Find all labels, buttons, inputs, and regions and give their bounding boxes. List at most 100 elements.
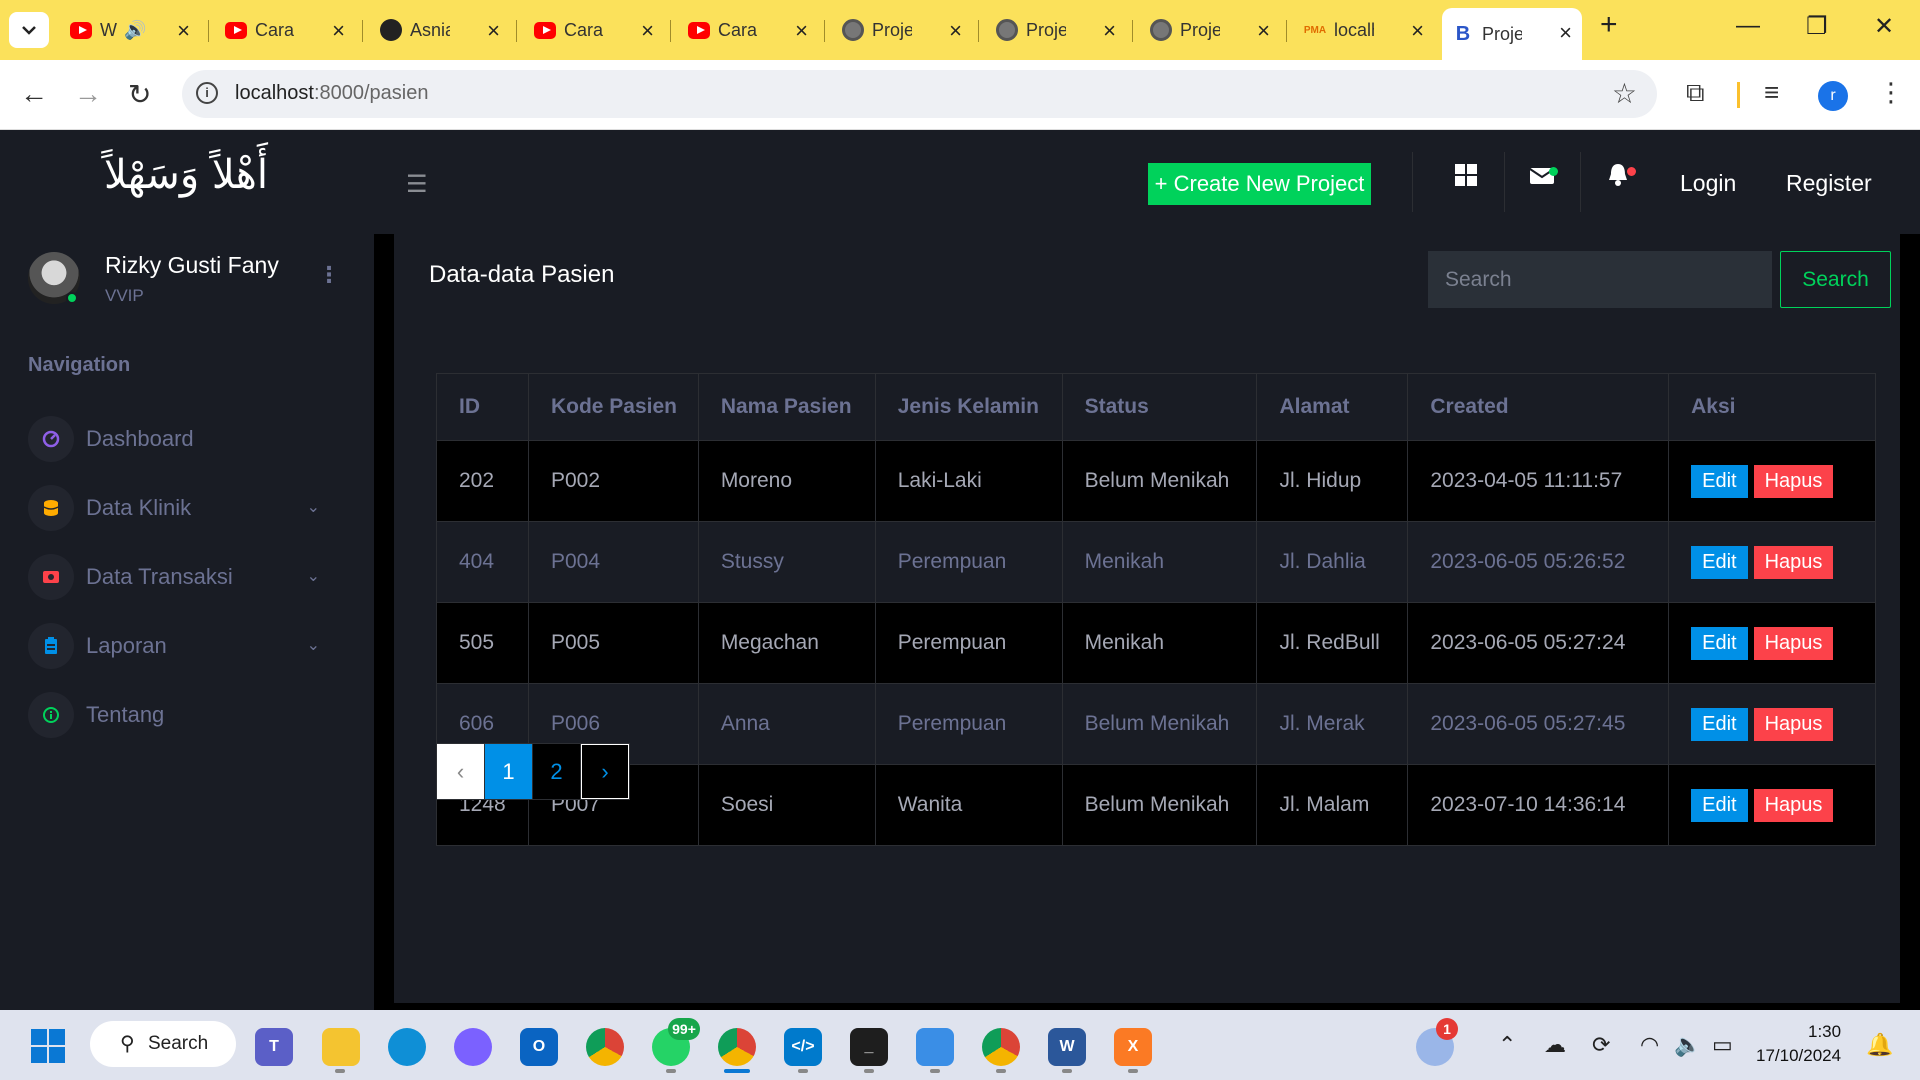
pagination-prev[interactable]: ‹	[437, 744, 485, 799]
column-header: Status	[1061, 373, 1258, 441]
chrome-icon[interactable]	[586, 1028, 624, 1066]
browser-tab-active[interactable]: B Projec ×	[1442, 8, 1582, 60]
sidebar-item-data-klinik[interactable]: Data Klinik ⌄	[28, 483, 328, 533]
close-tab-icon[interactable]: ×	[332, 18, 345, 44]
chrome-alt-icon[interactable]	[982, 1028, 1020, 1066]
extensions-icon[interactable]: ⧉	[1686, 77, 1705, 109]
onedrive-icon[interactable]: ☁	[1544, 1032, 1566, 1058]
xampp-icon[interactable]: X	[1114, 1028, 1152, 1066]
outlook-icon[interactable]: O	[520, 1028, 558, 1066]
browser-tab[interactable]: Projec ×	[986, 12, 1126, 48]
windows-start-icon[interactable]	[31, 1029, 65, 1063]
sidebar-item-laporan[interactable]: Laporan ⌄	[28, 621, 328, 671]
site-info-icon[interactable]: i	[196, 82, 218, 104]
teams-icon[interactable]: T	[255, 1028, 293, 1066]
sidebar-item-tentang[interactable]: Tentang	[28, 690, 328, 740]
login-link[interactable]: Login	[1680, 170, 1736, 197]
sidebar-item-data-transaksi[interactable]: Data Transaksi ⌄	[28, 552, 328, 602]
copilot-icon[interactable]	[454, 1028, 492, 1066]
new-tab-icon[interactable]: +	[1600, 8, 1618, 42]
edit-button[interactable]: Edit	[1691, 788, 1748, 822]
profile-avatar[interactable]: r	[1818, 81, 1848, 111]
system-clock[interactable]: 1:30 17/10/2024	[1756, 1020, 1841, 1068]
chrome-profile-icon[interactable]	[718, 1028, 756, 1066]
address-bar[interactable]: i localhost:8000/pasien ☆	[182, 70, 1657, 118]
bookmark-star-icon[interactable]: ☆	[1612, 77, 1637, 110]
volume-icon[interactable]: 🔈	[1674, 1032, 1701, 1058]
tab-search-button[interactable]	[9, 12, 49, 48]
speaker-icon[interactable]: 🔊	[124, 20, 146, 41]
cell-aksi: Edit Hapus	[1668, 602, 1876, 684]
media-control-icon[interactable]: ≡	[1764, 77, 1779, 108]
delete-button[interactable]: Hapus	[1753, 545, 1834, 579]
browser-tab[interactable]: PMA localh ×	[1294, 12, 1434, 48]
windows-taskbar: ⚲ Search T O 99+ </> _ W X 1 ⌃ ☁ ⟳ ◠ 🔈 ▭…	[0, 1010, 1920, 1080]
chevron-up-icon[interactable]: ⌃	[1498, 1032, 1516, 1058]
browser-tab[interactable]: Cara U ×	[678, 12, 818, 48]
battery-icon[interactable]: ▭	[1712, 1032, 1733, 1058]
vscode-icon[interactable]: </>	[784, 1028, 822, 1066]
hamburger-menu-icon[interactable]: ☰	[406, 170, 428, 199]
sync-icon[interactable]: ⟳	[1592, 1032, 1610, 1058]
brand-logo[interactable]: أَهْلاً وَسَهْلاً	[104, 152, 268, 198]
close-tab-icon[interactable]: ×	[641, 18, 654, 44]
terminal-icon[interactable]: _	[850, 1028, 888, 1066]
notification-bell-icon[interactable]: 🔔	[1866, 1032, 1893, 1058]
sidebar-item-dashboard[interactable]: Dashboard	[28, 414, 328, 464]
close-tab-icon[interactable]: ×	[1559, 20, 1572, 46]
forward-icon[interactable]: →	[74, 78, 102, 110]
photos-icon[interactable]	[916, 1028, 954, 1066]
close-tab-icon[interactable]: ×	[487, 18, 500, 44]
browser-tab[interactable]: Projec ×	[1140, 12, 1280, 48]
cell-nama: Soesi	[697, 764, 876, 846]
phpmyadmin-icon: PMA	[1303, 24, 1327, 36]
taskbar-search[interactable]: ⚲ Search	[90, 1021, 236, 1067]
search-button[interactable]: Search	[1780, 251, 1891, 308]
register-link[interactable]: Register	[1786, 170, 1872, 197]
pagination-page-1[interactable]: 1	[485, 744, 533, 799]
edge-icon[interactable]	[388, 1028, 426, 1066]
cell-nama: Megachan	[697, 602, 876, 684]
close-tab-icon[interactable]: ×	[1103, 18, 1116, 44]
bell-icon[interactable]	[1607, 162, 1629, 193]
cell-status: Menikah	[1061, 521, 1258, 603]
wifi-icon[interactable]: ◠	[1640, 1032, 1659, 1058]
close-tab-icon[interactable]: ×	[795, 18, 808, 44]
edit-button[interactable]: Edit	[1691, 707, 1748, 741]
edit-button[interactable]: Edit	[1691, 464, 1748, 498]
column-header: Alamat	[1256, 373, 1409, 441]
restore-icon[interactable]: ❐	[1806, 12, 1828, 41]
create-new-project-button[interactable]: + Create New Project	[1148, 163, 1371, 205]
pagination-page-2[interactable]: 2	[533, 744, 581, 799]
globe-icon	[1150, 19, 1172, 41]
close-tab-icon[interactable]: ×	[949, 18, 962, 44]
delete-button[interactable]: Hapus	[1753, 788, 1834, 822]
file-explorer-icon[interactable]	[322, 1028, 360, 1066]
word-icon[interactable]: W	[1048, 1028, 1086, 1066]
apps-grid-icon[interactable]	[1455, 162, 1477, 193]
reload-icon[interactable]: ↻	[128, 78, 151, 111]
column-header: Created	[1407, 373, 1670, 441]
browser-tab[interactable]: Projec ×	[832, 12, 972, 48]
close-tab-icon[interactable]: ×	[1257, 18, 1270, 44]
back-icon[interactable]: ←	[20, 78, 48, 110]
close-tab-icon[interactable]: ×	[177, 18, 190, 44]
edit-button[interactable]: Edit	[1691, 626, 1748, 660]
browser-tab[interactable]: Cara C ×	[524, 12, 664, 48]
user-menu-icon[interactable]: ⋮	[318, 262, 340, 288]
search-input[interactable]	[1428, 251, 1772, 308]
close-window-icon[interactable]: ✕	[1874, 12, 1894, 41]
browser-tab[interactable]: W 🔊 ×	[60, 12, 200, 48]
app-root: أَهْلاً وَسَهْلاً Rizky Gusti Fany VVIP …	[0, 130, 1920, 1010]
menu-kebab-icon[interactable]: ⋮	[1878, 77, 1904, 108]
delete-button[interactable]: Hapus	[1753, 707, 1834, 741]
pagination-next[interactable]: ›	[581, 744, 629, 799]
edit-button[interactable]: Edit	[1691, 545, 1748, 579]
minimize-icon[interactable]: —	[1736, 12, 1760, 40]
browser-tab[interactable]: Asnial ×	[370, 12, 510, 48]
browser-tab[interactable]: Cara U ×	[215, 12, 355, 48]
delete-button[interactable]: Hapus	[1753, 626, 1834, 660]
delete-button[interactable]: Hapus	[1753, 464, 1834, 498]
close-tab-icon[interactable]: ×	[1411, 18, 1424, 44]
column-header: Nama Pasien	[697, 373, 876, 441]
